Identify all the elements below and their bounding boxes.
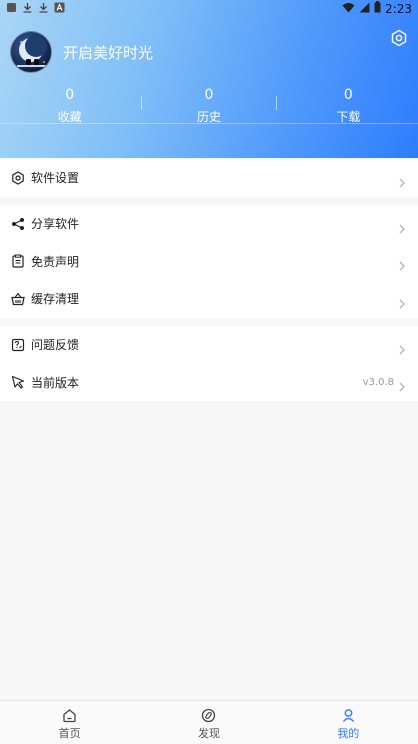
settings-gear-icon[interactable] [390,29,408,47]
version-value: v3.0.8 [362,376,394,388]
menu-item-version[interactable]: 当前版本 v3.0.8 [0,364,418,402]
download-icon [38,2,49,13]
menu-item-feedback[interactable]: 问题反馈 [0,326,418,364]
menu-item-share[interactable]: 分享软件 [0,205,418,243]
chevron-right-icon [398,173,406,188]
menu-group-general: 分享软件 免责声明 缓存清理 [0,205,418,318]
stat-divider [141,96,142,110]
wifi-icon [342,2,355,16]
battery-icon [374,1,381,16]
feedback-icon [11,338,25,352]
download-icon [22,2,33,13]
tab-home[interactable]: 首页 [0,701,139,744]
share-icon [11,217,25,231]
header-divider [0,123,418,124]
stat-divider [276,96,277,110]
status-time: 2:23 [385,1,412,16]
nickname[interactable]: 开启美好时光 [63,42,153,63]
stat-favorites[interactable]: 0 收藏 [0,86,139,126]
chevron-right-icon [398,340,406,355]
app-notification-icon [6,2,17,13]
signal-icon [359,2,370,16]
avatar[interactable] [10,31,52,73]
compass-icon [201,708,216,723]
stat-downloads[interactable]: 0 下载 [279,86,418,126]
stat-count: 0 [65,87,75,103]
stat-count: 0 [204,87,214,103]
menu-item-disclaimer[interactable]: 免责声明 [0,243,418,281]
tab-label: 首页 [58,727,81,740]
stat-count: 0 [343,87,353,103]
menu-item-label: 缓存清理 [31,292,80,307]
clipboard-icon [11,254,25,268]
tab-discover[interactable]: 发现 [139,701,278,744]
tab-label: 发现 [197,727,220,740]
menu-item-label: 分享软件 [31,217,80,232]
a-letter-icon [54,2,65,13]
stat-history[interactable]: 0 历史 [139,86,278,126]
cursor-pointer-icon [11,375,25,389]
menu-group-settings: 软件设置 [0,159,418,197]
menu-item-label: 免责声明 [31,254,80,269]
profile-header: 2:23 开启美好时光 0 收藏 0 历史 0 下载 [0,0,418,158]
menu-item-label: 问题反馈 [31,338,80,353]
menu-item-label: 当前版本 [31,375,80,390]
user-icon [341,708,356,723]
chevron-right-icon [398,256,406,271]
chevron-right-icon [398,219,406,234]
stats-row: 0 收藏 0 历史 0 下载 [0,86,418,126]
home-icon [62,708,77,723]
chevron-right-icon [398,294,406,309]
basket-icon [11,292,25,306]
menu-item-cache-clean[interactable]: 缓存清理 [0,280,418,318]
chevron-right-icon [398,377,406,392]
menu-item-software-settings[interactable]: 软件设置 [0,159,418,197]
tab-mine[interactable]: 我的 [279,701,418,744]
menu-item-label: 软件设置 [31,171,80,186]
tab-label: 我的 [337,727,360,740]
status-bar: 2:23 [0,0,418,17]
settings-icon [11,171,25,185]
menu-group-about: 问题反馈 当前版本 v3.0.8 [0,326,418,401]
bottom-tab-bar: 首页 发现 我的 [0,700,418,744]
